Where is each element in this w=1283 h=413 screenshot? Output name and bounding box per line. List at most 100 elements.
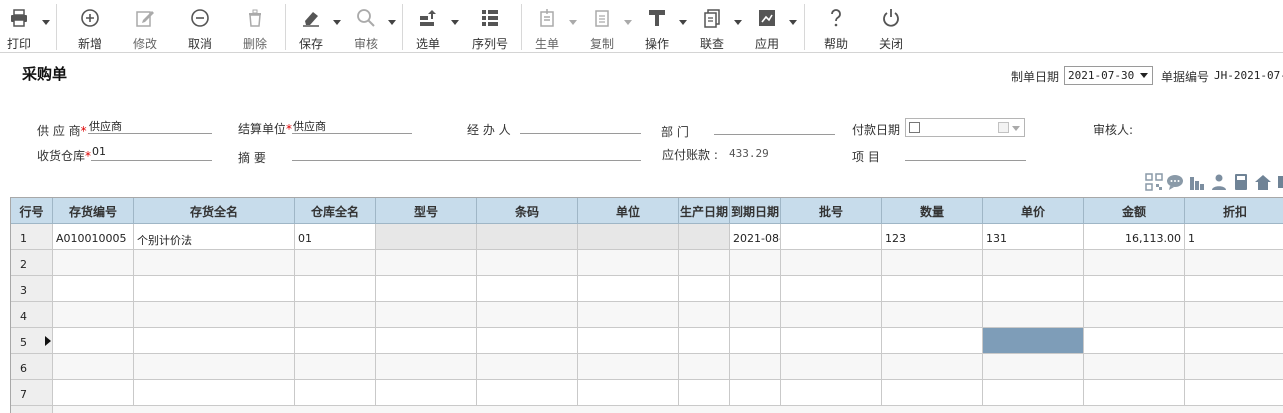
apply-button[interactable]: 应用	[747, 0, 787, 53]
col-header-barcode[interactable]: 条码	[477, 198, 578, 224]
cell-mfg-date[interactable]	[679, 380, 730, 406]
cell-code[interactable]	[53, 250, 134, 276]
audit-dropdown-arrow[interactable]	[388, 20, 396, 25]
project-field[interactable]	[905, 145, 1026, 161]
cell-unit[interactable]	[578, 380, 679, 406]
col-header-qty[interactable]: 数量	[882, 198, 983, 224]
bar-chart-icon[interactable]	[1188, 173, 1206, 191]
cell-barcode[interactable]	[477, 380, 578, 406]
cell-name[interactable]	[134, 354, 295, 380]
cell-model[interactable]	[376, 328, 477, 354]
cell-barcode[interactable]	[477, 250, 578, 276]
summary-field[interactable]	[292, 145, 641, 161]
col-header-name[interactable]: 存货全名	[134, 198, 295, 224]
cell-warehouse[interactable]	[295, 276, 376, 302]
col-header-discount[interactable]: 折扣	[1185, 198, 1283, 224]
cell-barcode[interactable]	[477, 302, 578, 328]
cell-barcode[interactable]	[477, 328, 578, 354]
edit-button[interactable]: 修改	[125, 0, 165, 53]
cell-name[interactable]	[134, 276, 295, 302]
cell-batch[interactable]	[781, 302, 882, 328]
paydate-checkbox[interactable]	[909, 122, 920, 133]
home-icon[interactable]	[1254, 173, 1272, 191]
cell-name[interactable]	[134, 250, 295, 276]
cell-unit[interactable]	[578, 302, 679, 328]
cell-batch[interactable]	[781, 276, 882, 302]
cell-qty[interactable]: 123	[882, 224, 983, 250]
close-button[interactable]: 关闭	[871, 0, 911, 53]
cell-qty[interactable]	[882, 250, 983, 276]
warehouse-field[interactable]: 01	[91, 145, 212, 161]
cell-batch[interactable]	[781, 250, 882, 276]
cell-warehouse[interactable]	[295, 250, 376, 276]
cell-name[interactable]: 个别计价法	[134, 224, 295, 250]
audit-button[interactable]: 审核	[346, 0, 386, 53]
linked-query-dropdown-arrow[interactable]	[734, 20, 742, 25]
operation-button[interactable]: 操作	[637, 0, 677, 53]
cell-code[interactable]	[53, 354, 134, 380]
cell-exp-date[interactable]	[730, 302, 781, 328]
cell-amount[interactable]: 16,113.00	[1084, 224, 1185, 250]
cell-price[interactable]	[983, 354, 1084, 380]
operation-dropdown-arrow[interactable]	[679, 20, 687, 25]
cell-mfg-date[interactable]	[679, 276, 730, 302]
select-order-button[interactable]: 选单	[408, 0, 448, 53]
cell-unit[interactable]	[578, 250, 679, 276]
table-row[interactable]: 6	[11, 354, 1283, 380]
cell-discount[interactable]	[1185, 302, 1283, 328]
more-icon[interactable]	[1276, 173, 1283, 191]
cell-model[interactable]	[376, 250, 477, 276]
cell-warehouse[interactable]	[295, 354, 376, 380]
select-order-dropdown-arrow[interactable]	[451, 20, 459, 25]
table-row[interactable]: 3	[11, 276, 1283, 302]
paydate-field[interactable]	[905, 118, 1025, 137]
cell-code[interactable]	[53, 380, 134, 406]
col-header-unit[interactable]: 单位	[578, 198, 679, 224]
dept-field[interactable]	[714, 119, 835, 135]
col-header-model[interactable]: 型号	[376, 198, 477, 224]
table-row[interactable]: 7	[11, 380, 1283, 406]
calculator-icon[interactable]	[1232, 173, 1250, 191]
cell-qty[interactable]	[882, 380, 983, 406]
col-header-code[interactable]: 存货编号	[53, 198, 134, 224]
save-dropdown-arrow[interactable]	[333, 20, 341, 25]
copy-button[interactable]: 复制	[582, 0, 622, 53]
cell-discount[interactable]	[1185, 380, 1283, 406]
table-row[interactable]: 2	[11, 250, 1283, 276]
supplier-field[interactable]: 供应商	[88, 118, 212, 134]
cell-discount[interactable]	[1185, 250, 1283, 276]
generate-order-button[interactable]: 生单	[527, 0, 567, 53]
cell-price-selected[interactable]	[983, 328, 1084, 354]
handler-field[interactable]	[520, 118, 641, 134]
cell-barcode[interactable]	[477, 354, 578, 380]
col-header-batch[interactable]: 批号	[781, 198, 882, 224]
cell-unit[interactable]	[578, 224, 679, 250]
cell-code[interactable]	[53, 302, 134, 328]
cell-amount[interactable]	[1084, 328, 1185, 354]
cell-amount[interactable]	[1084, 380, 1185, 406]
cell-model[interactable]	[376, 354, 477, 380]
print-button[interactable]: 打印	[0, 0, 38, 53]
col-header-rowno[interactable]: 行号	[11, 198, 53, 224]
col-header-price[interactable]: 单价	[983, 198, 1084, 224]
linked-query-button[interactable]: 联查	[692, 0, 732, 53]
settle-field[interactable]: 供应商	[292, 118, 412, 134]
add-button[interactable]: 新增	[70, 0, 110, 53]
cell-qty[interactable]	[882, 302, 983, 328]
col-header-exp-date[interactable]: 到期日期	[730, 198, 781, 224]
cell-exp-date[interactable]	[730, 328, 781, 354]
cell-exp-date[interactable]	[730, 276, 781, 302]
cell-price[interactable]: 131	[983, 224, 1084, 250]
cell-warehouse[interactable]: 01	[295, 224, 376, 250]
cell-code[interactable]	[53, 328, 134, 354]
cell-qty[interactable]	[882, 354, 983, 380]
cell-code[interactable]	[53, 276, 134, 302]
cell-amount[interactable]	[1084, 276, 1185, 302]
date-select[interactable]: 2021-07-30	[1064, 66, 1153, 85]
table-row[interactable]	[11, 406, 1283, 413]
cell-warehouse[interactable]	[295, 380, 376, 406]
print-dropdown-arrow[interactable]	[42, 20, 50, 25]
cell-unit[interactable]	[578, 328, 679, 354]
cell-mfg-date[interactable]	[679, 354, 730, 380]
cell-amount[interactable]	[1084, 250, 1185, 276]
